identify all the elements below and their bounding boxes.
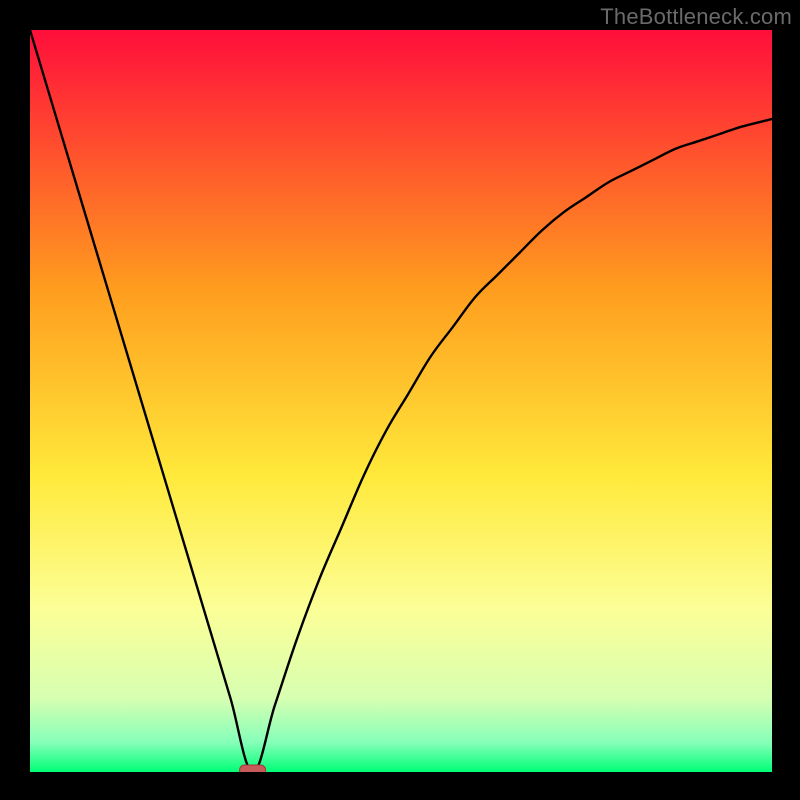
bottleneck-chart xyxy=(30,30,772,772)
chart-frame: TheBottleneck.com xyxy=(0,0,800,800)
optimum-marker xyxy=(240,765,266,772)
watermark-text: TheBottleneck.com xyxy=(600,4,792,30)
